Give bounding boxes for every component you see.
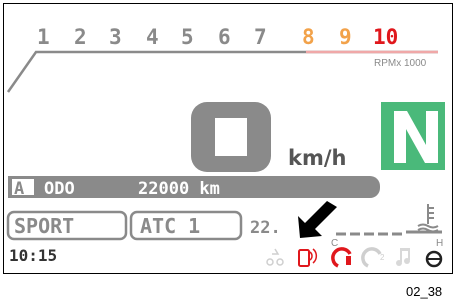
tach-number-4: 4 [146, 25, 159, 49]
temp-partial: 22. [250, 218, 281, 238]
riding-mode: SPORT [14, 214, 74, 238]
svg-text:2: 2 [380, 253, 385, 262]
tach-number-2: 2 [74, 25, 87, 49]
odo-label: ODO [44, 179, 75, 199]
tach-number-3: 3 [109, 25, 122, 49]
odo-value: 22000 km [138, 179, 220, 199]
temp-cold-label: C [331, 238, 338, 249]
temp-hot-label: H [436, 238, 443, 249]
atc-level: ATC 1 [140, 214, 200, 238]
tach-number-9: 9 [339, 25, 352, 49]
dashboard-svg: 1 2 3 4 5 6 7 8 9 10 RPMx 1000 0 km/h N … [6, 25, 445, 268]
tach-number-1: 1 [37, 25, 50, 49]
music-icon [396, 248, 410, 266]
tach-number-10: 10 [373, 25, 398, 49]
odo-mode: A [14, 179, 24, 199]
headset2-icon: 2 [361, 247, 385, 268]
figure-reference: 02_38 [406, 284, 443, 299]
pointer-arrow-icon [298, 201, 337, 238]
tach-unit-label: RPMx 1000 [374, 58, 427, 69]
tach-number-8: 8 [302, 25, 315, 49]
speed-value-graphic [191, 102, 271, 172]
tach-number-6: 6 [218, 25, 231, 49]
traction-icon [266, 248, 284, 266]
thermometer-icon [417, 204, 439, 233]
fuel-icon [425, 250, 443, 268]
temp-gauge [336, 230, 442, 236]
headset-icon [331, 247, 352, 268]
tach-number-7: 7 [254, 25, 267, 49]
phone-connection-icon [298, 248, 318, 267]
speed-unit: km/h [288, 146, 346, 170]
clock: 10:15 [9, 246, 57, 265]
tach-number-5: 5 [181, 25, 194, 49]
